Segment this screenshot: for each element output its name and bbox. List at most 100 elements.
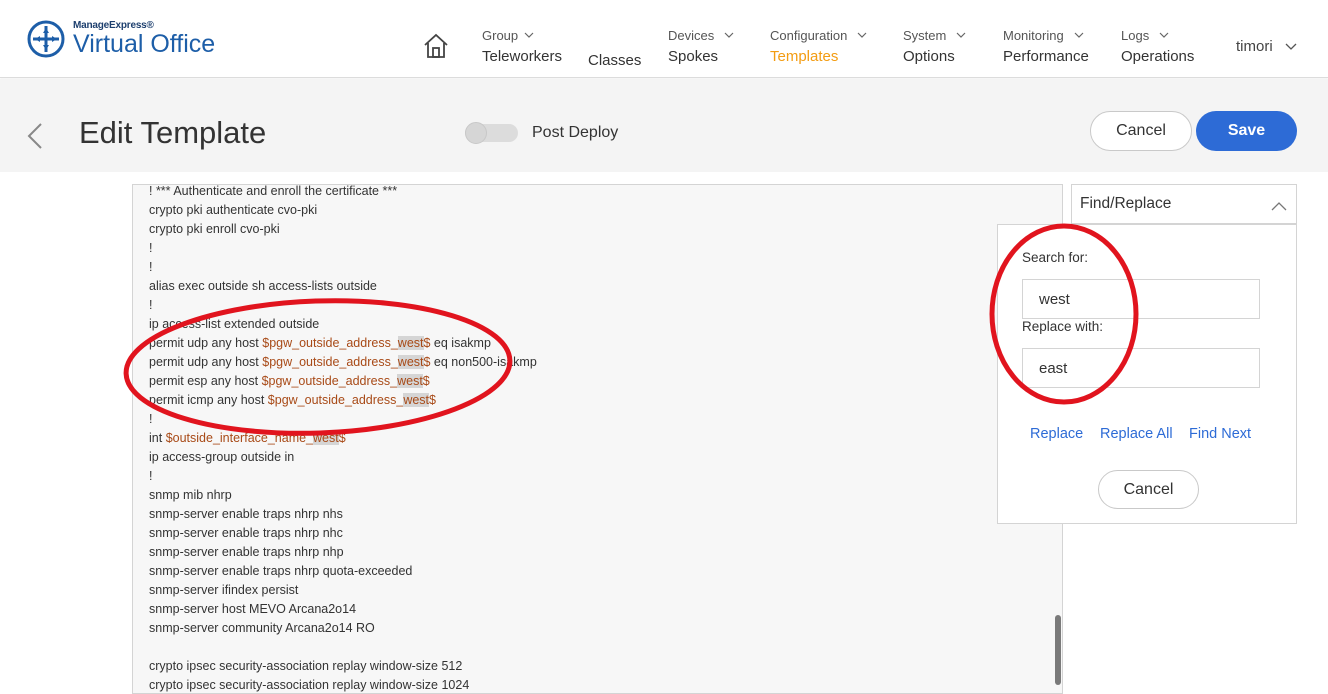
- home-icon[interactable]: [423, 33, 449, 59]
- code-line: snmp-server enable traps nhrp nhc: [149, 524, 537, 543]
- logo-brand-name: Virtual Office: [73, 30, 216, 58]
- find-replace-title: Find/Replace: [1080, 195, 1172, 212]
- post-deploy-label: Post Deploy: [532, 124, 619, 141]
- code-text: !: [149, 298, 153, 312]
- code-line: ip access-group outside in: [149, 448, 537, 467]
- post-deploy-toggle[interactable]: [465, 122, 518, 144]
- user-menu[interactable]: timori: [1236, 38, 1297, 55]
- app-logo[interactable]: ManageExpress® Virtual Office: [27, 20, 215, 58]
- replace-all-link[interactable]: Replace All: [1100, 426, 1173, 442]
- code-text: snmp-server ifindex persist: [149, 583, 299, 597]
- code-text: !: [149, 260, 153, 274]
- code-line: snmp mib nhrp: [149, 486, 537, 505]
- code-line: !: [149, 296, 537, 315]
- code-text: snmp-server enable traps nhrp nhs: [149, 507, 343, 521]
- find-replace-cancel-button[interactable]: Cancel: [1098, 470, 1199, 509]
- code-line: crypto ipsec security-association replay…: [149, 676, 537, 693]
- nav-templates-label: Templates: [770, 48, 839, 65]
- code-text: ip access-list extended outside: [149, 317, 320, 331]
- nav-performance-label: Performance: [1003, 48, 1089, 65]
- nav-teleworkers-label: Teleworkers: [482, 48, 563, 65]
- code-line: permit udp any host $pgw_outside_address…: [149, 334, 537, 353]
- code-text: permit udp any host: [149, 336, 263, 350]
- nav-logs-label: Logs: [1121, 27, 1150, 43]
- code-text: snmp mib nhrp: [149, 488, 232, 502]
- code-line: ip access-list extended outside: [149, 315, 537, 334]
- code-line: crypto pki enroll cvo-pki: [149, 220, 537, 239]
- save-button[interactable]: Save: [1196, 111, 1297, 151]
- code-line: !: [149, 467, 537, 486]
- user-name: timori: [1236, 38, 1273, 55]
- code-line: snmp-server community Arcana2o14 RO: [149, 619, 537, 638]
- template-variable: $pgw_outside_address_: [262, 336, 398, 350]
- code-text: !: [149, 469, 153, 483]
- template-variable: $pgw_outside_address_: [267, 393, 404, 407]
- nav-options[interactable]: System Options: [903, 26, 966, 65]
- chevron-up-icon: [1271, 202, 1287, 211]
- nav-templates[interactable]: Configuration Templates: [770, 26, 867, 65]
- search-input[interactable]: [1022, 279, 1260, 319]
- code-line: alias exec outside sh access-lists outsi…: [149, 277, 537, 296]
- chevron-down-icon: [524, 32, 534, 38]
- template-variable: $: [338, 431, 346, 445]
- find-next-link[interactable]: Find Next: [1189, 426, 1251, 442]
- compass-logo-icon: [27, 20, 65, 58]
- replace-link[interactable]: Replace: [1030, 426, 1083, 442]
- template-variable: $: [422, 374, 430, 388]
- top-navbar: ManageExpress® Virtual Office Group Tele…: [0, 0, 1328, 78]
- nav-operations[interactable]: Logs Operations: [1121, 26, 1194, 66]
- code-line: snmp-server host MEVO Arcana2o14: [149, 600, 537, 619]
- code-text: snmp-server enable traps nhrp nhp: [149, 545, 344, 559]
- search-match: west: [313, 431, 339, 445]
- template-editor[interactable]: ! *** Authenticate and enroll the certif…: [132, 184, 1063, 694]
- code-text: crypto pki enroll cvo-pki: [149, 222, 280, 236]
- code-text: int: [149, 431, 166, 445]
- nav-classes[interactable]: Classes: [588, 48, 641, 69]
- search-match: west: [397, 355, 424, 369]
- code-line: !: [149, 239, 537, 258]
- code-text: crypto ipsec security-association replay…: [149, 659, 463, 673]
- nav-monitoring-label: Monitoring: [1003, 27, 1064, 43]
- replace-input[interactable]: [1022, 348, 1260, 388]
- template-code[interactable]: ! *** Authenticate and enroll the certif…: [149, 184, 537, 693]
- code-text: permit icmp any host: [149, 393, 268, 407]
- back-chevron-icon[interactable]: [26, 122, 44, 150]
- template-variable: $outside_interface_name_: [165, 431, 314, 445]
- code-line: snmp-server enable traps nhrp nhp: [149, 543, 537, 562]
- find-replace-panel: Search for: Replace with: Replace Replac…: [997, 224, 1297, 524]
- code-line: snmp-server enable traps nhrp quota-exce…: [149, 562, 537, 581]
- nav-configuration-label: Configuration: [770, 27, 848, 43]
- chevron-down-icon: [1285, 43, 1297, 50]
- nav-spokes-label: Spokes: [668, 48, 719, 65]
- code-text: snmp-server host MEVO Arcana2o14: [149, 602, 357, 616]
- code-line: !: [149, 410, 537, 429]
- chevron-down-icon: [857, 32, 867, 38]
- code-text: ! *** Authenticate and enroll the certif…: [149, 184, 398, 198]
- search-match: west: [403, 393, 430, 407]
- code-line: snmp-server enable traps nhrp nhs: [149, 505, 537, 524]
- nav-group-label: Group: [482, 27, 519, 43]
- nav-teleworkers[interactable]: Group Teleworkers: [482, 26, 563, 66]
- nav-spokes[interactable]: Devices Spokes: [668, 26, 734, 65]
- page-title: Edit Template: [79, 115, 267, 150]
- chevron-down-icon: [956, 32, 966, 38]
- search-match: west: [397, 374, 423, 388]
- code-line: ! *** Authenticate and enroll the certif…: [149, 184, 537, 201]
- nav-devices-label: Devices: [668, 27, 715, 43]
- cancel-button[interactable]: Cancel: [1090, 111, 1192, 151]
- editor-scrollbar[interactable]: [1055, 615, 1061, 685]
- code-line: permit esp any host $pgw_outside_address…: [149, 372, 537, 391]
- code-line: permit udp any host $pgw_outside_address…: [149, 353, 537, 372]
- nav-system-label: System: [903, 27, 947, 43]
- template-variable: $pgw_outside_address_: [261, 374, 398, 388]
- code-text: alias exec outside sh access-lists outsi…: [149, 279, 377, 293]
- code-text: eq isakmp: [430, 336, 491, 350]
- code-line: permit icmp any host $pgw_outside_addres…: [149, 391, 537, 410]
- find-replace-toggle[interactable]: Find/Replace: [1071, 184, 1297, 224]
- search-match: west: [397, 336, 424, 350]
- nav-performance[interactable]: Monitoring Performance: [1003, 26, 1089, 66]
- chevron-down-icon: [1074, 32, 1084, 38]
- template-variable: $pgw_outside_address_: [262, 355, 398, 369]
- code-line: !: [149, 258, 537, 277]
